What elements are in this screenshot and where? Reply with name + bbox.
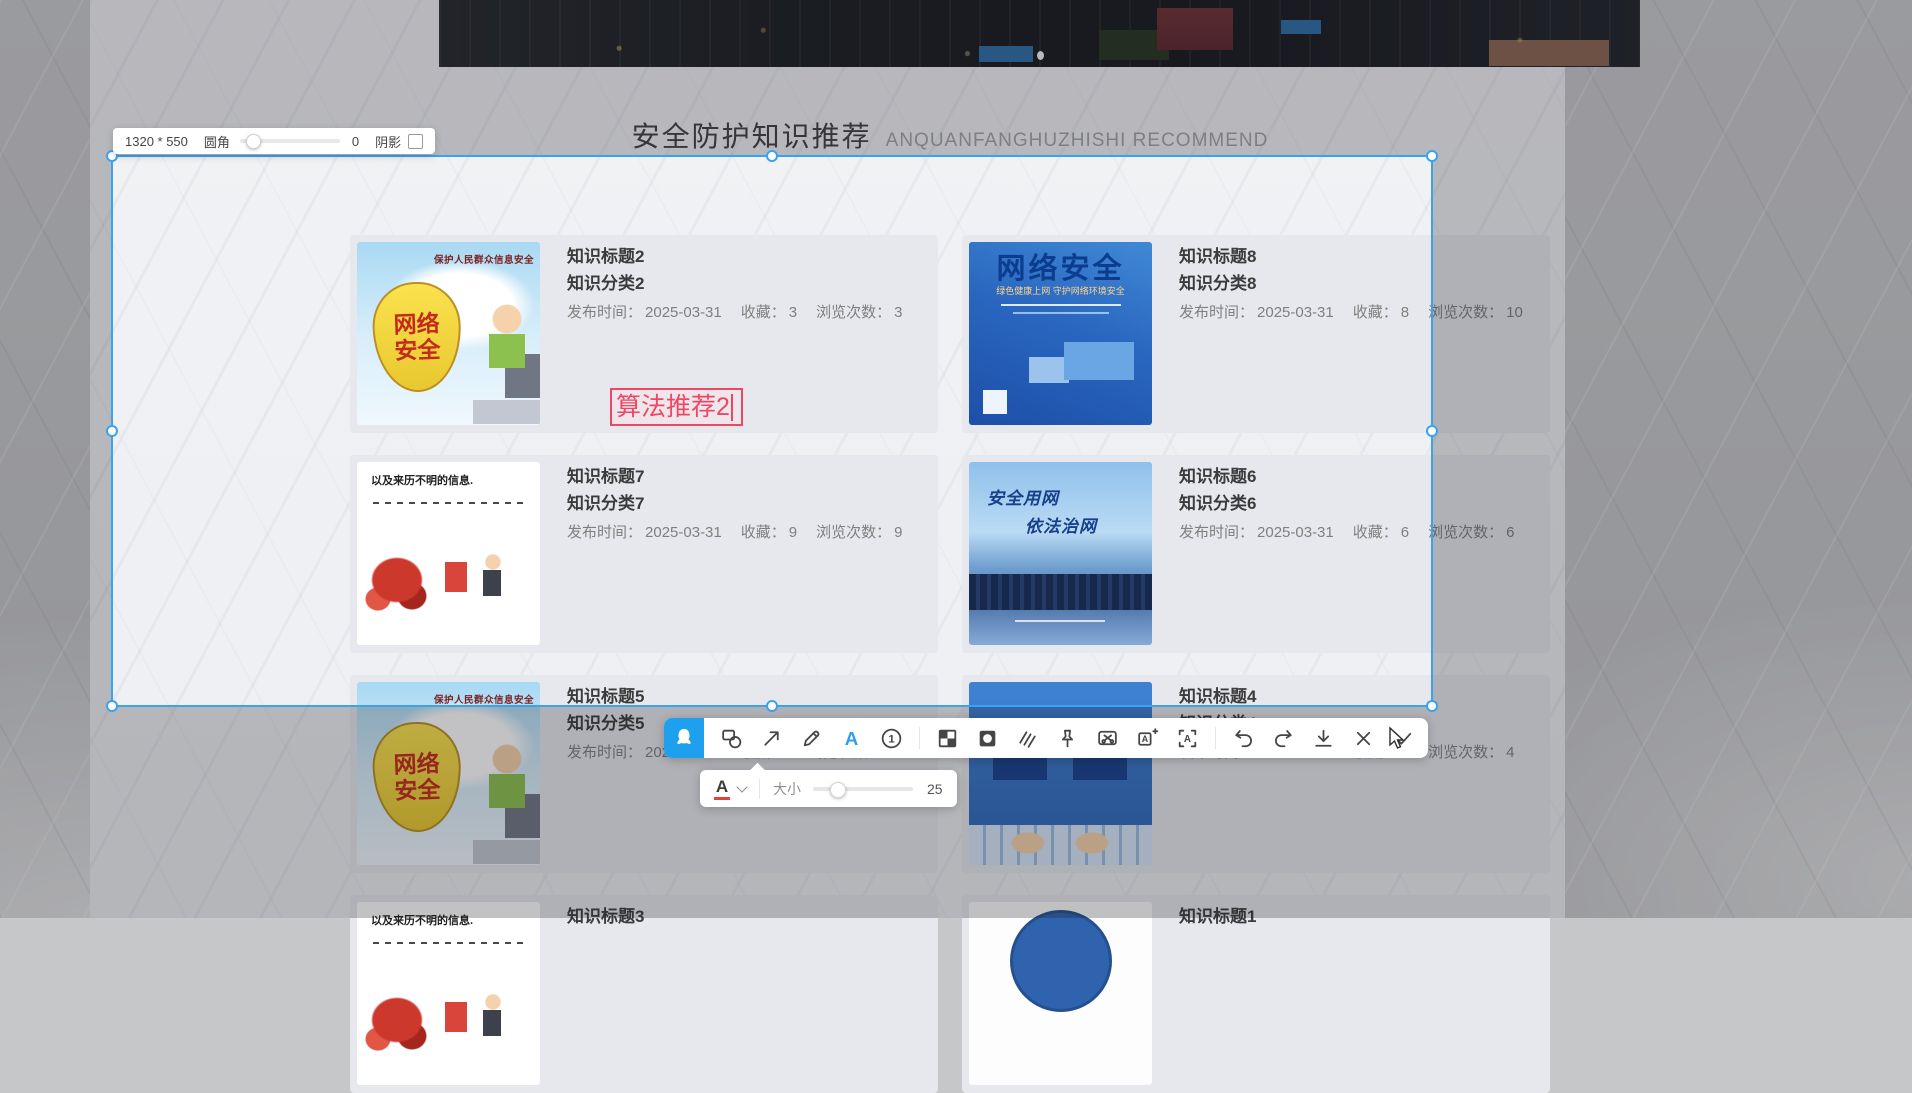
mosaic-checker-tool-button[interactable] — [935, 726, 960, 751]
text-options-popup: A 大小 25 — [700, 770, 957, 807]
toolbar-divider — [1215, 727, 1216, 749]
corner-radius-value: 0 — [352, 134, 359, 149]
snip-toolbar: A 1 A A — [664, 718, 1428, 758]
arrow-tool-button[interactable] — [759, 726, 784, 751]
shadow-label: 阴影 — [375, 132, 401, 151]
font-size-slider-handle[interactable] — [830, 782, 846, 798]
text-annotation-box[interactable]: 算法推荐2 — [610, 388, 743, 426]
card-thumbnail — [969, 902, 1152, 1085]
pin-tool-button[interactable] — [1055, 726, 1080, 751]
selection-handle-top-middle[interactable] — [766, 150, 778, 162]
redo-button[interactable] — [1271, 726, 1296, 751]
knowledge-card[interactable]: 知识标题3 — [350, 895, 938, 1093]
translate-tool-button[interactable]: A — [1135, 726, 1160, 751]
font-color-dropdown[interactable]: A — [714, 778, 730, 800]
selection-size-readout: 1320 * 550 — [125, 134, 188, 149]
selection-handle-bottom-right[interactable] — [1426, 700, 1438, 712]
selection-handle-right-middle[interactable] — [1426, 425, 1438, 437]
ocr-tool-button[interactable]: A — [1175, 726, 1200, 751]
spotlight-tool-button[interactable] — [975, 726, 1000, 751]
selection-handle-left-middle[interactable] — [106, 425, 118, 437]
corner-radius-slider-handle[interactable] — [246, 134, 261, 149]
pen-tool-button[interactable] — [799, 726, 824, 751]
chevron-down-icon[interactable] — [736, 781, 747, 792]
card-thumbnail — [357, 902, 540, 1085]
text-annotation-value: 算法推荐2 — [616, 395, 730, 420]
close-button[interactable] — [1351, 726, 1376, 751]
svg-text:A: A — [1184, 734, 1191, 745]
font-color-letter: A — [716, 778, 728, 795]
clip-tool-button[interactable] — [1095, 726, 1120, 751]
selection-handle-bottom-left[interactable] — [106, 700, 118, 712]
text-cursor — [731, 394, 733, 421]
toolbar-divider — [919, 727, 920, 749]
font-size-slider[interactable] — [813, 787, 913, 791]
svg-text:1: 1 — [888, 733, 895, 745]
snip-selection-rect[interactable] — [111, 155, 1433, 707]
corner-radius-slider[interactable] — [240, 139, 340, 143]
snip-dim-overlay-left — [0, 156, 112, 706]
knowledge-card[interactable]: 知识标题1 — [962, 895, 1550, 1093]
text-tool-button[interactable]: A — [839, 726, 864, 751]
svg-text:A: A — [845, 727, 859, 748]
svg-text:A: A — [1142, 734, 1149, 744]
font-size-label: 大小 — [773, 779, 801, 799]
shadow-checkbox[interactable] — [408, 134, 423, 149]
qq-penguin-logo — [664, 718, 704, 758]
number-step-tool-button[interactable]: 1 — [879, 726, 904, 751]
penguin-icon — [671, 725, 697, 751]
popup-divider — [759, 779, 760, 799]
selection-handle-top-right[interactable] — [1426, 150, 1438, 162]
snip-dim-overlay-right — [1432, 156, 1912, 706]
hatch-mosaic-tool-button[interactable] — [1015, 726, 1040, 751]
font-color-swatch — [714, 797, 730, 800]
snip-size-pill: 1320 * 550 圆角 0 阴影 — [113, 128, 435, 154]
selection-handle-bottom-middle[interactable] — [766, 700, 778, 712]
shapes-tool-button[interactable] — [719, 726, 744, 751]
font-size-value: 25 — [927, 781, 943, 797]
corner-radius-label: 圆角 — [204, 132, 230, 151]
mouse-cursor — [1386, 726, 1408, 755]
undo-button[interactable] — [1231, 726, 1256, 751]
download-button[interactable] — [1311, 726, 1336, 751]
